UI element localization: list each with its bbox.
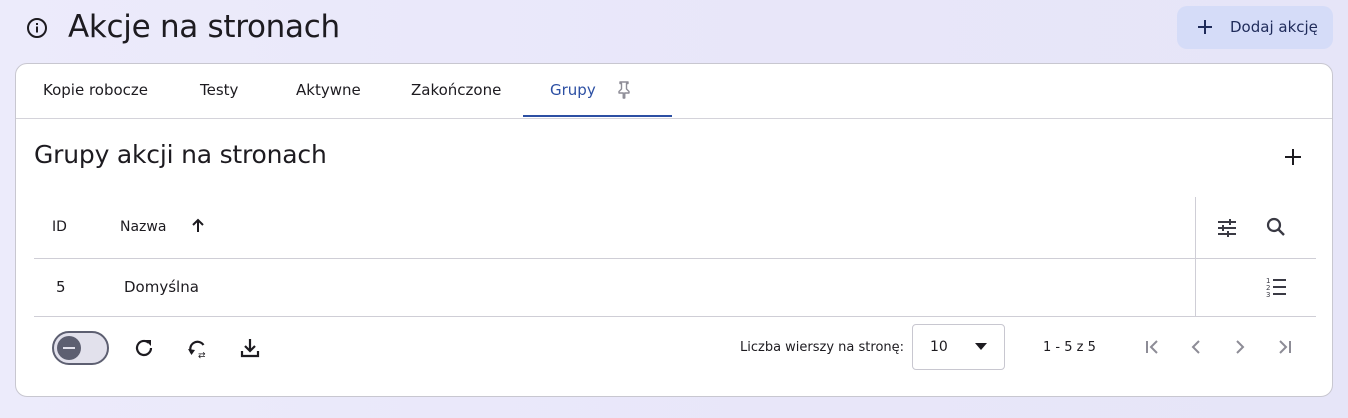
- svg-text:⇄: ⇄: [198, 351, 206, 360]
- caret-down-icon: [975, 343, 987, 350]
- plus-icon: [1198, 20, 1212, 34]
- rows-per-page-select[interactable]: 10: [912, 324, 1005, 370]
- pagination-range: 1 - 5 z 5: [1043, 340, 1096, 355]
- page-header: Akcje na stronach Dodaj akcję: [0, 0, 1348, 56]
- groups-card: Kopie robocze Testy Aktywne Zakończone G…: [15, 63, 1333, 397]
- add-action-label: Dodaj akcję: [1230, 18, 1318, 36]
- info-circle-icon[interactable]: [25, 16, 49, 40]
- svg-text:3: 3: [1266, 291, 1270, 299]
- active-tab-indicator: [523, 115, 672, 117]
- toggle-knob: [57, 336, 81, 360]
- add-action-button[interactable]: Dodaj akcję: [1177, 6, 1333, 49]
- rows-per-page-label: Liczba wierszy na stronę:: [740, 340, 905, 355]
- pin-icon[interactable]: [614, 80, 634, 100]
- table-row[interactable]: 5 Domyślna: [34, 260, 1316, 317]
- column-header-id[interactable]: ID: [52, 219, 67, 235]
- numbered-list-icon[interactable]: 1 2 3: [1264, 275, 1288, 299]
- tab-bar: Kopie robocze Testy Aktywne Zakończone G…: [16, 64, 1332, 119]
- tab-groups[interactable]: Grupy: [550, 64, 596, 118]
- tab-active[interactable]: Aktywne: [296, 64, 361, 118]
- table-header: ID Nazwa: [34, 197, 1316, 259]
- table-footer: ⇄ Liczba wierszy na stronę: 10 1 - 5 z 5: [16, 317, 1332, 397]
- chevron-left-icon[interactable]: [1184, 335, 1208, 359]
- page-title: Akcje na stronach: [68, 9, 340, 45]
- tab-drafts[interactable]: Kopie robocze: [43, 64, 148, 118]
- tab-tests[interactable]: Testy: [200, 64, 238, 118]
- section-title: Grupy akcji na stronach: [34, 140, 327, 169]
- cell-id: 5: [56, 278, 66, 296]
- rows-per-page-value: 10: [930, 339, 948, 355]
- download-icon[interactable]: [238, 336, 262, 360]
- last-page-icon[interactable]: [1273, 335, 1297, 359]
- search-icon[interactable]: [1264, 215, 1288, 239]
- auto-refresh-icon[interactable]: ⇄: [185, 336, 209, 360]
- sliders-icon[interactable]: [1215, 216, 1239, 240]
- first-page-icon[interactable]: [1140, 335, 1164, 359]
- column-header-name[interactable]: Nazwa: [120, 219, 166, 235]
- cell-name: Domyślna: [124, 278, 199, 296]
- chevron-right-icon[interactable]: [1228, 335, 1252, 359]
- tab-finished[interactable]: Zakończone: [411, 64, 501, 118]
- arrow-up-icon[interactable]: [190, 218, 206, 234]
- refresh-icon[interactable]: [132, 336, 156, 360]
- toggle-switch[interactable]: [52, 331, 109, 365]
- add-group-icon[interactable]: [1282, 146, 1304, 168]
